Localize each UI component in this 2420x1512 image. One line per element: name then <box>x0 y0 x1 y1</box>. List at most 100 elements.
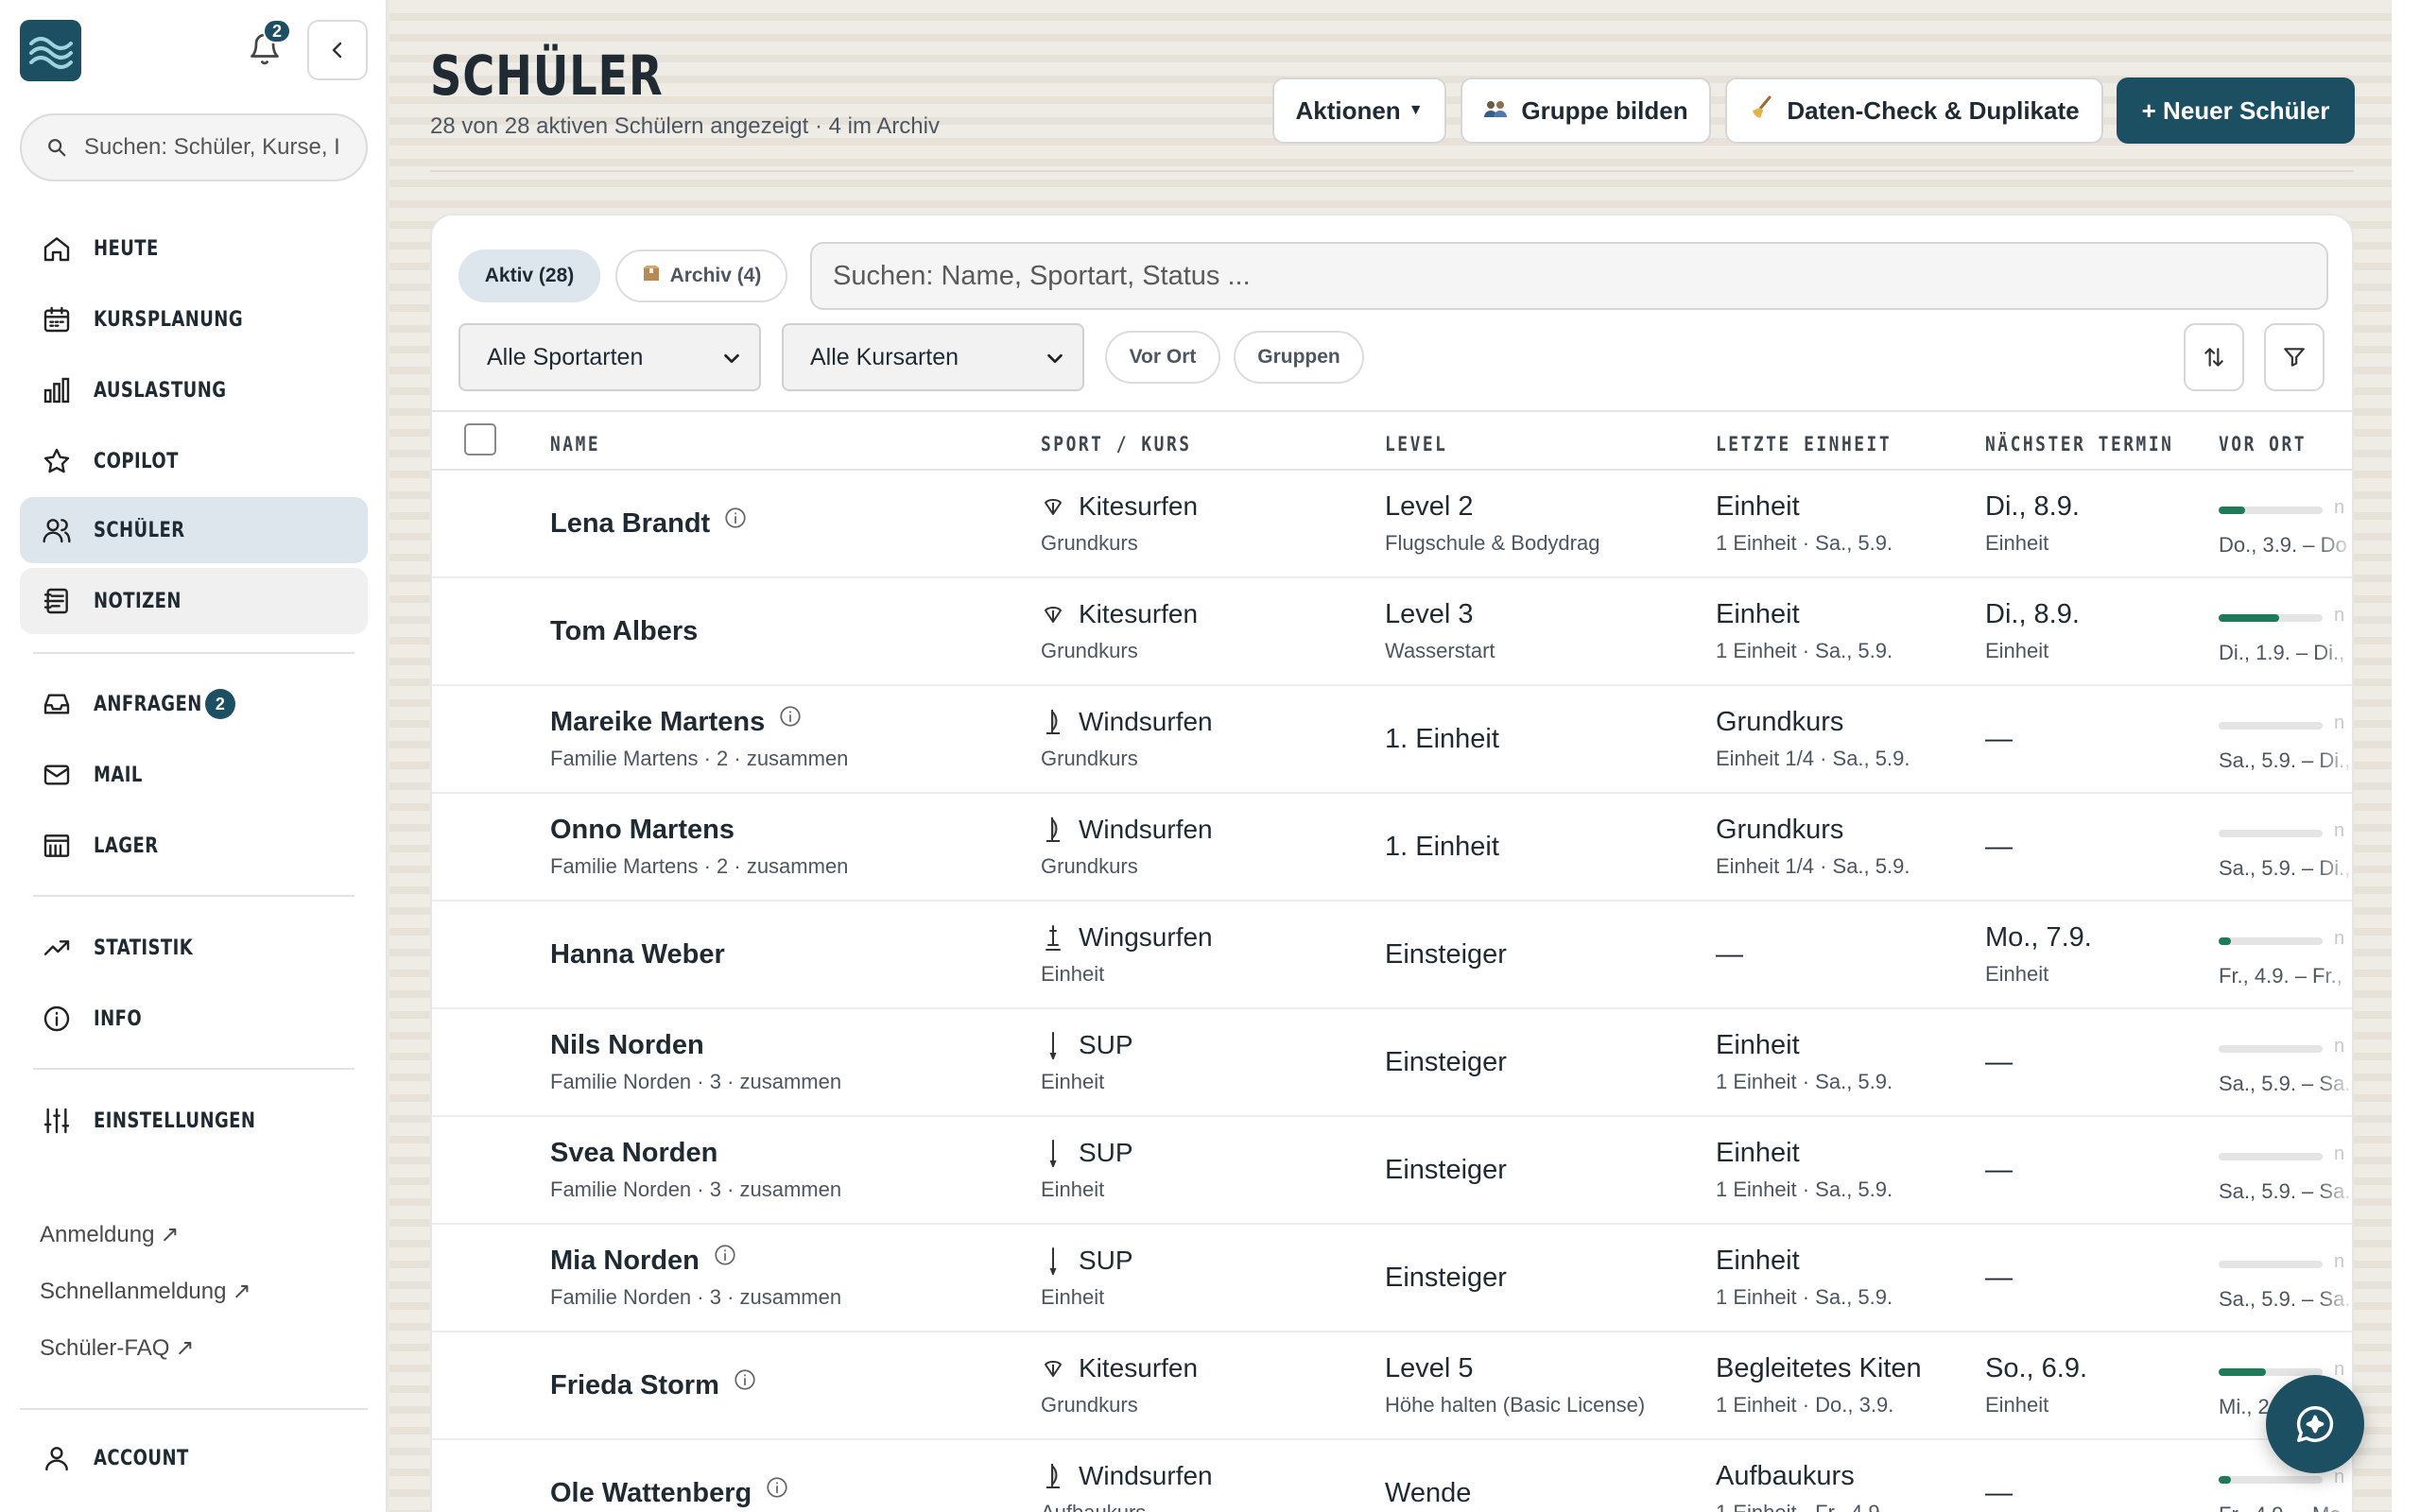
onsite-progress-bar <box>2219 1476 2323 1484</box>
course-type: Aufbaukurs <box>1041 1501 1146 1512</box>
table-row[interactable]: Frieda Storm Kitesurfen Grundkurs Level 5 Hö… <box>432 1332 2352 1440</box>
table-row[interactable]: Lena Brandt Kitesurfen Grundkurs Level 2 Flu… <box>432 471 2352 578</box>
column-header[interactable]: SPORT / KURS <box>1041 433 1192 455</box>
link-anmeldung[interactable]: Anmeldung ↗ <box>40 1221 180 1248</box>
column-header[interactable]: LEVEL <box>1385 433 1447 455</box>
bar-chart-icon <box>41 374 73 406</box>
student-name[interactable]: Nils Norden <box>550 1030 704 1061</box>
info-icon[interactable] <box>713 1243 737 1275</box>
tab-archive[interactable]: Archiv (4) <box>615 249 787 302</box>
onsite-progress-label: n <box>2334 713 2345 733</box>
onsite-progress-bar <box>2219 830 2323 837</box>
nav-heute[interactable]: HEUTE <box>20 215 368 282</box>
table-row[interactable]: Onno Martens Familie Martens · 2 · zusamm… <box>432 794 2352 902</box>
chip-groups[interactable]: Gruppen <box>1234 331 1364 384</box>
datacheck-label: Daten-Check & Duplikate <box>1787 95 2080 125</box>
student-search-input[interactable] <box>812 244 2326 308</box>
nav-kursplanung[interactable]: KURSPLANUNG <box>20 286 368 352</box>
student-name[interactable]: Frieda Storm <box>550 1367 757 1401</box>
table-row[interactable]: Nils Norden Familie Norden · 3 · zusammen… <box>432 1009 2352 1117</box>
student-name[interactable]: Svea Norden <box>550 1138 717 1169</box>
student-name[interactable]: Tom Albers <box>550 616 698 647</box>
sidebar-search-input[interactable] <box>84 134 358 161</box>
table-row[interactable]: Tom Albers Kitesurfen Grundkurs Level 3 Wass… <box>432 578 2352 686</box>
tab-active[interactable]: Aktiv (28) <box>458 249 600 302</box>
info-icon[interactable] <box>765 1475 789 1507</box>
student-name[interactable]: Ole Wattenberg <box>550 1475 789 1509</box>
student-name-text: Nils Norden <box>550 1030 704 1060</box>
app-logo[interactable] <box>20 20 81 81</box>
last-session: Einheit <box>1716 1138 1800 1168</box>
nav-statistik[interactable]: STATISTIK <box>20 915 368 981</box>
last-session-detail: 1 Einheit · Sa., 5.9. <box>1716 531 1893 555</box>
collapse-sidebar-button[interactable] <box>307 20 368 80</box>
actions-label: Aktionen <box>1295 95 1401 125</box>
box-icon <box>642 264 661 288</box>
group-button[interactable]: Gruppe bilden <box>1461 77 1711 144</box>
filter-button[interactable] <box>2264 323 2325 391</box>
kite-icon <box>1041 492 1065 521</box>
student-name[interactable]: Hanna Weber <box>550 939 725 971</box>
datacheck-button[interactable]: Daten-Check & Duplikate <box>1725 77 2103 144</box>
wave-logo-icon <box>28 36 73 69</box>
course-select[interactable]: Alle Kursarten <box>782 323 1084 391</box>
table-row[interactable]: Mia Norden Familie Norden · 3 · zusammen S… <box>432 1225 2352 1332</box>
link-faq[interactable]: Schüler-FAQ ↗ <box>40 1334 195 1362</box>
nav-schueler[interactable]: SCHÜLER <box>20 497 368 563</box>
new-student-button[interactable]: + Neuer Schüler <box>2117 77 2355 144</box>
student-name[interactable]: Mia Norden <box>550 1243 737 1277</box>
chevron-down-icon <box>724 353 739 364</box>
nav-anfragen[interactable]: ANFRAGEN 2 <box>20 671 368 737</box>
nav-einstellungen[interactable]: EINSTELLUNGEN <box>20 1088 368 1154</box>
onsite-progress-label: n <box>2334 605 2345 626</box>
chat-assistant-button[interactable] <box>2266 1375 2364 1473</box>
external-link-icon: ↗ <box>232 1279 251 1304</box>
nav-info[interactable]: INFO <box>20 986 368 1052</box>
select-all-checkbox[interactable] <box>464 423 496 455</box>
student-search[interactable] <box>810 242 2328 310</box>
info-icon[interactable] <box>778 704 803 736</box>
column-header[interactable]: NÄCHSTER TERMIN <box>1985 433 2173 455</box>
next-appointment: So., 6.9. <box>1985 1353 2088 1383</box>
onsite-progress-fill <box>2219 1368 2266 1376</box>
student-name[interactable]: Mareike Martens <box>550 704 803 738</box>
sport-select[interactable]: Alle Sportarten <box>458 323 761 391</box>
sort-button[interactable] <box>2184 323 2244 391</box>
info-icon[interactable] <box>723 506 748 538</box>
table-row[interactable]: Svea Norden Familie Norden · 3 · zusammen… <box>432 1117 2352 1225</box>
nav-lager[interactable]: LAGER <box>20 813 368 879</box>
column-header[interactable]: LETZTE EINHEIT <box>1716 433 1892 455</box>
last-session: Einheit <box>1716 1246 1800 1276</box>
nav-auslastung[interactable]: AUSLASTUNG <box>20 357 368 423</box>
nav-account[interactable]: ACCOUNT <box>20 1425 368 1491</box>
column-header[interactable]: VOR ORT <box>2219 433 2307 455</box>
nav-label: AUSLASTUNG <box>94 378 227 403</box>
nav-label: STATISTIK <box>94 936 194 960</box>
student-name-text: Tom Albers <box>550 616 699 646</box>
onsite-date-range: Do., 3.9. – Do <box>2219 533 2352 558</box>
sidebar-search[interactable] <box>20 113 368 181</box>
actions-dropdown-button[interactable]: Aktionen ▼ <box>1272 77 1446 144</box>
last-session: — <box>1716 939 1743 970</box>
student-name[interactable]: Onno Martens <box>550 815 735 846</box>
onsite-progress-label: n <box>2334 1143 2345 1164</box>
sport-cell: SUP <box>1041 1030 1133 1060</box>
nav-notizen[interactable]: NOTIZEN <box>20 568 368 634</box>
student-name-text: Frieda Storm <box>550 1370 719 1400</box>
student-name[interactable]: Lena Brandt <box>550 506 748 540</box>
nav-copilot[interactable]: COPILOT <box>20 428 368 494</box>
onsite-progress-bar <box>2219 614 2323 622</box>
nav-mail[interactable]: MAIL <box>20 742 368 808</box>
student-list-card: Aktiv (28) Archiv (4) Alle Sportarten Al… <box>430 214 2354 1512</box>
nav-label: ACCOUNT <box>94 1446 189 1470</box>
column-header[interactable]: NAME <box>550 433 600 455</box>
table-row[interactable]: Ole Wattenberg Windsurfen Aufbaukurs Wende A… <box>432 1440 2352 1512</box>
chip-onsite[interactable]: Vor Ort <box>1105 331 1220 384</box>
info-icon[interactable] <box>733 1367 757 1400</box>
link-schnellanmeldung[interactable]: Schnellanmeldung ↗ <box>40 1278 251 1305</box>
sup-icon <box>1041 1139 1065 1167</box>
course-type: Grundkurs <box>1041 854 1138 878</box>
last-session: Grundkurs <box>1716 707 1844 737</box>
table-row[interactable]: Hanna Weber Wingsurfen Einheit Einsteiger — M… <box>432 902 2352 1009</box>
table-row[interactable]: Mareike Martens Familie Martens · 2 · zus… <box>432 686 2352 794</box>
